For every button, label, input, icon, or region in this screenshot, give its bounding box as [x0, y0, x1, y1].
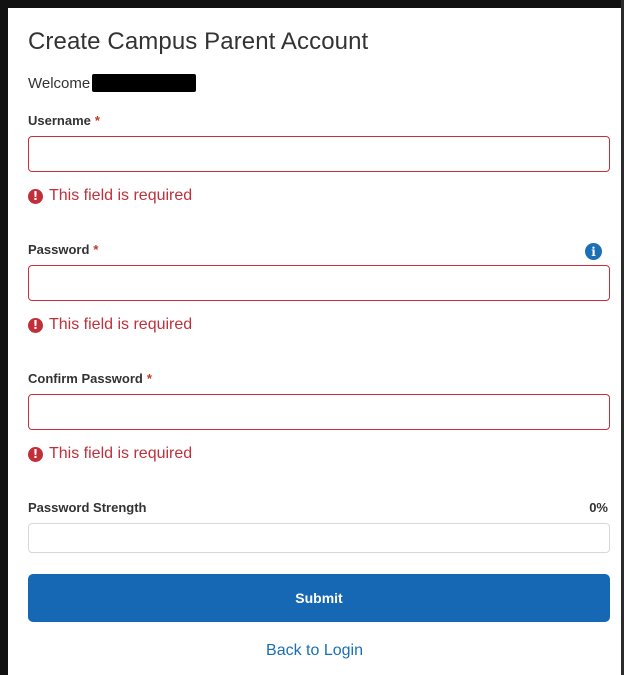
welcome-message: Welcome: [28, 74, 197, 92]
username-input[interactable]: [28, 136, 610, 172]
error-icon: !: [28, 446, 43, 462]
required-asterisk: *: [93, 242, 99, 257]
create-account-card: Create Campus Parent Account Welcome Use…: [8, 8, 621, 675]
info-icon[interactable]: i: [585, 243, 602, 260]
required-asterisk: *: [94, 113, 100, 128]
confirm-password-label: Confirm Password *: [28, 371, 152, 386]
username-label-text: Username: [28, 113, 91, 128]
error-icon: !: [28, 317, 43, 333]
confirm-password-label-text: Confirm Password: [28, 371, 143, 386]
password-error: ! This field is required: [28, 316, 192, 334]
page-title: Create Campus Parent Account: [28, 28, 369, 55]
username-label: Username *: [28, 113, 100, 128]
window-frame-top: [0, 0, 624, 8]
password-strength-meter: [28, 523, 610, 553]
confirm-password-input[interactable]: [28, 394, 610, 430]
username-error: ! This field is required: [28, 187, 192, 205]
password-error-text: This field is required: [49, 316, 193, 333]
confirm-password-error: ! This field is required: [28, 445, 192, 463]
error-icon: !: [28, 188, 43, 204]
welcome-text: Welcome: [28, 75, 91, 92]
required-asterisk: *: [146, 371, 152, 386]
redacted-name: [92, 74, 197, 92]
confirm-password-error-text: This field is required: [49, 445, 193, 462]
password-label-text: Password: [28, 242, 90, 257]
password-strength-label: Password Strength: [28, 500, 147, 515]
window-frame-left: [0, 0, 8, 675]
back-to-login-link[interactable]: Back to Login: [8, 642, 621, 660]
password-strength-value: 0%: [589, 500, 608, 515]
password-input[interactable]: [28, 265, 610, 301]
password-label: Password *: [28, 242, 98, 257]
submit-button[interactable]: Submit: [28, 574, 610, 622]
username-error-text: This field is required: [49, 187, 193, 204]
